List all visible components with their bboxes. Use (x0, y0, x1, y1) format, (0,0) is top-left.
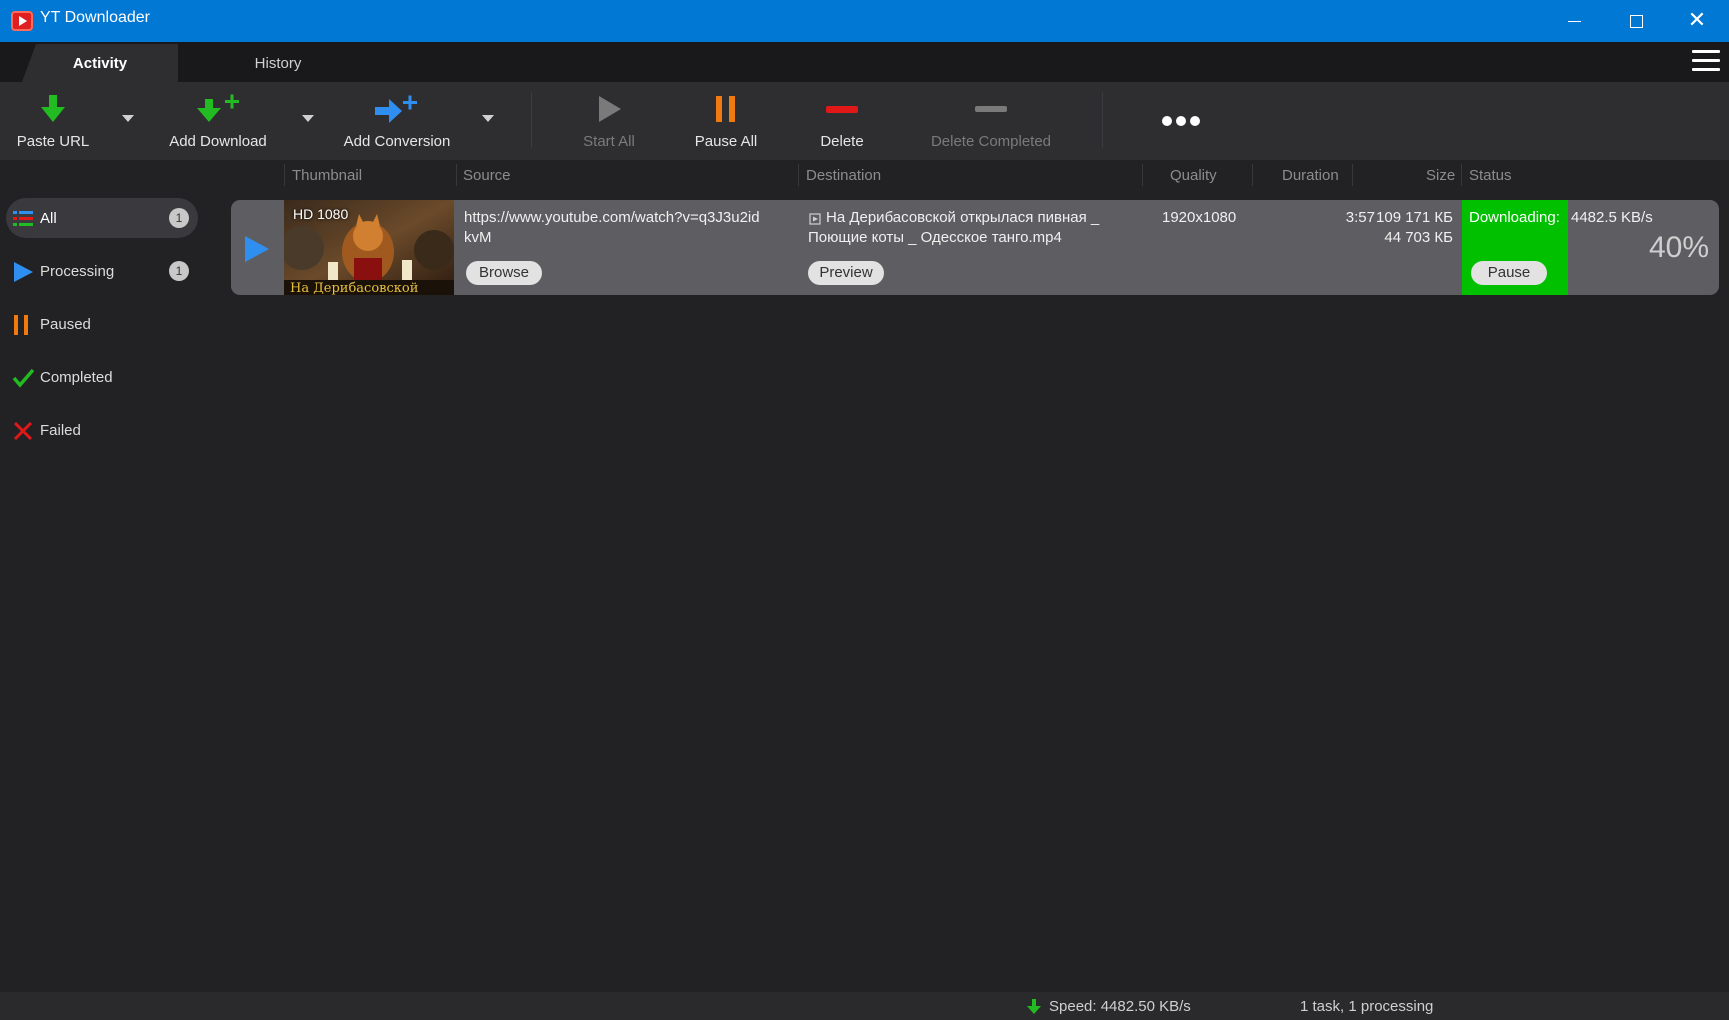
sidebar-item-label: Paused (40, 315, 91, 333)
source-url-line: https://www.youtube.com/watch?v=q3J3u2id (464, 209, 760, 226)
column-header-destination[interactable]: Destination (806, 167, 881, 184)
close-icon: ✕ (1687, 8, 1707, 33)
column-header-source[interactable]: Source (463, 167, 511, 184)
download-speed: 4482.5 KB/s (1571, 209, 1653, 226)
delete-label: Delete (820, 133, 864, 150)
count-badge: 1 (169, 208, 189, 228)
table-row[interactable]: На Дерибасовской HD 1080 https://www.you… (231, 200, 1719, 295)
column-divider (798, 164, 799, 186)
sidebar-item-failed[interactable]: Failed (6, 410, 198, 450)
pause-button[interactable]: Pause (1471, 261, 1547, 285)
start-all-button[interactable]: Start All (568, 82, 650, 160)
more-dots-icon (1162, 116, 1200, 126)
video-file-icon (809, 213, 821, 225)
add-download-icon (197, 94, 239, 122)
column-divider (1461, 164, 1462, 186)
sidebar-item-all[interactable]: All 1 (6, 198, 198, 238)
minimize-icon (1567, 20, 1581, 22)
add-conversion-label: Add Conversion (343, 133, 451, 150)
paste-url-dropdown-icon[interactable] (122, 115, 134, 122)
add-download-label: Add Download (169, 133, 267, 150)
video-thumbnail[interactable]: На Дерибасовской HD 1080 (284, 200, 454, 295)
window-title: YT Downloader (40, 9, 150, 26)
size-downloaded-value: 44 703 КБ (1384, 229, 1453, 246)
svg-text:На Дерибасовской: На Дерибасовской (290, 281, 418, 295)
progress-percent: 40% (1648, 231, 1709, 264)
close-button[interactable]: ✕ (1667, 0, 1727, 42)
column-header-thumbnail[interactable]: Thumbnail (292, 167, 362, 184)
toolbar-divider (531, 92, 532, 148)
pause-icon (14, 315, 28, 335)
task-summary: 1 task, 1 processing (1300, 998, 1434, 1015)
sidebar-item-label: Completed (40, 368, 113, 386)
delete-completed-label: Delete Completed (930, 133, 1052, 150)
pause-icon (716, 96, 735, 122)
column-divider (284, 164, 285, 186)
total-speed: Speed: 4482.50 KB/s (1049, 998, 1191, 1015)
status-bar: Speed: 4482.50 KB/s 1 task, 1 processing (0, 992, 1729, 1020)
sidebar-item-paused[interactable]: Paused (6, 304, 198, 344)
sidebar-item-label: Processing (40, 262, 115, 280)
resolution-badge: HD 1080 (293, 206, 349, 222)
preview-button[interactable]: Preview (808, 261, 884, 285)
maximize-button[interactable] (1606, 0, 1666, 42)
app-logo-icon (11, 11, 33, 31)
column-header-duration[interactable]: Duration (1282, 167, 1339, 184)
add-conversion-button[interactable]: Add Conversion (334, 82, 460, 160)
quality-value: 1920x1080 (1162, 209, 1237, 226)
source-url-line: kvM (464, 229, 492, 246)
delete-button[interactable]: Delete (802, 82, 882, 160)
sidebar-item-label: Failed (40, 421, 81, 439)
list-icon (13, 211, 33, 226)
toolbar-divider (1102, 92, 1103, 148)
column-divider (1252, 164, 1253, 186)
column-header-status[interactable]: Status (1469, 167, 1512, 184)
column-divider (456, 164, 457, 186)
destination-line: На Дерибасовской открылася пивная _ (826, 209, 1100, 226)
title-bar (0, 0, 1729, 42)
sidebar-item-label: All (40, 209, 57, 227)
size-total-value: 109 171 КБ (1376, 209, 1453, 226)
download-arrow-icon (41, 95, 65, 122)
column-header-quality[interactable]: Quality (1170, 167, 1217, 184)
add-conversion-icon (375, 95, 417, 123)
destination-line: Поющие коты _ Одесское танго.mp4 (808, 229, 1062, 246)
download-arrow-icon (1027, 999, 1041, 1014)
check-icon (12, 368, 34, 388)
hamburger-menu-icon[interactable] (1692, 50, 1720, 72)
cross-icon (13, 421, 33, 441)
play-icon (599, 96, 621, 122)
minimize-button[interactable] (1544, 0, 1604, 42)
browse-button[interactable]: Browse (466, 261, 542, 285)
pause-all-label: Pause All (694, 133, 758, 150)
column-divider (1142, 164, 1143, 186)
maximize-icon (1629, 14, 1643, 28)
more-options-button[interactable] (1160, 82, 1202, 160)
row-play-icon[interactable] (245, 236, 269, 262)
add-conversion-dropdown-icon[interactable] (482, 115, 494, 122)
sidebar-item-completed[interactable]: Completed (6, 357, 198, 397)
count-badge: 1 (169, 261, 189, 281)
paste-url-button[interactable]: Paste URL (8, 82, 98, 160)
sidebar-item-processing[interactable]: Processing 1 (6, 251, 198, 291)
column-divider (1352, 164, 1353, 186)
paste-url-label: Paste URL (16, 133, 90, 150)
status-text: Downloading: (1469, 209, 1560, 226)
pause-all-button[interactable]: Pause All (686, 82, 766, 160)
tab-history[interactable]: History (218, 44, 338, 82)
add-download-button[interactable]: Add Download (156, 82, 280, 160)
tab-activity[interactable]: Activity (22, 44, 178, 82)
minus-icon (975, 106, 1007, 112)
start-all-label: Start All (583, 133, 635, 150)
column-header-size[interactable]: Size (1426, 167, 1455, 184)
minus-icon (826, 106, 858, 113)
delete-completed-button[interactable]: Delete Completed (920, 82, 1062, 160)
play-icon (14, 262, 33, 282)
add-download-dropdown-icon[interactable] (302, 115, 314, 122)
